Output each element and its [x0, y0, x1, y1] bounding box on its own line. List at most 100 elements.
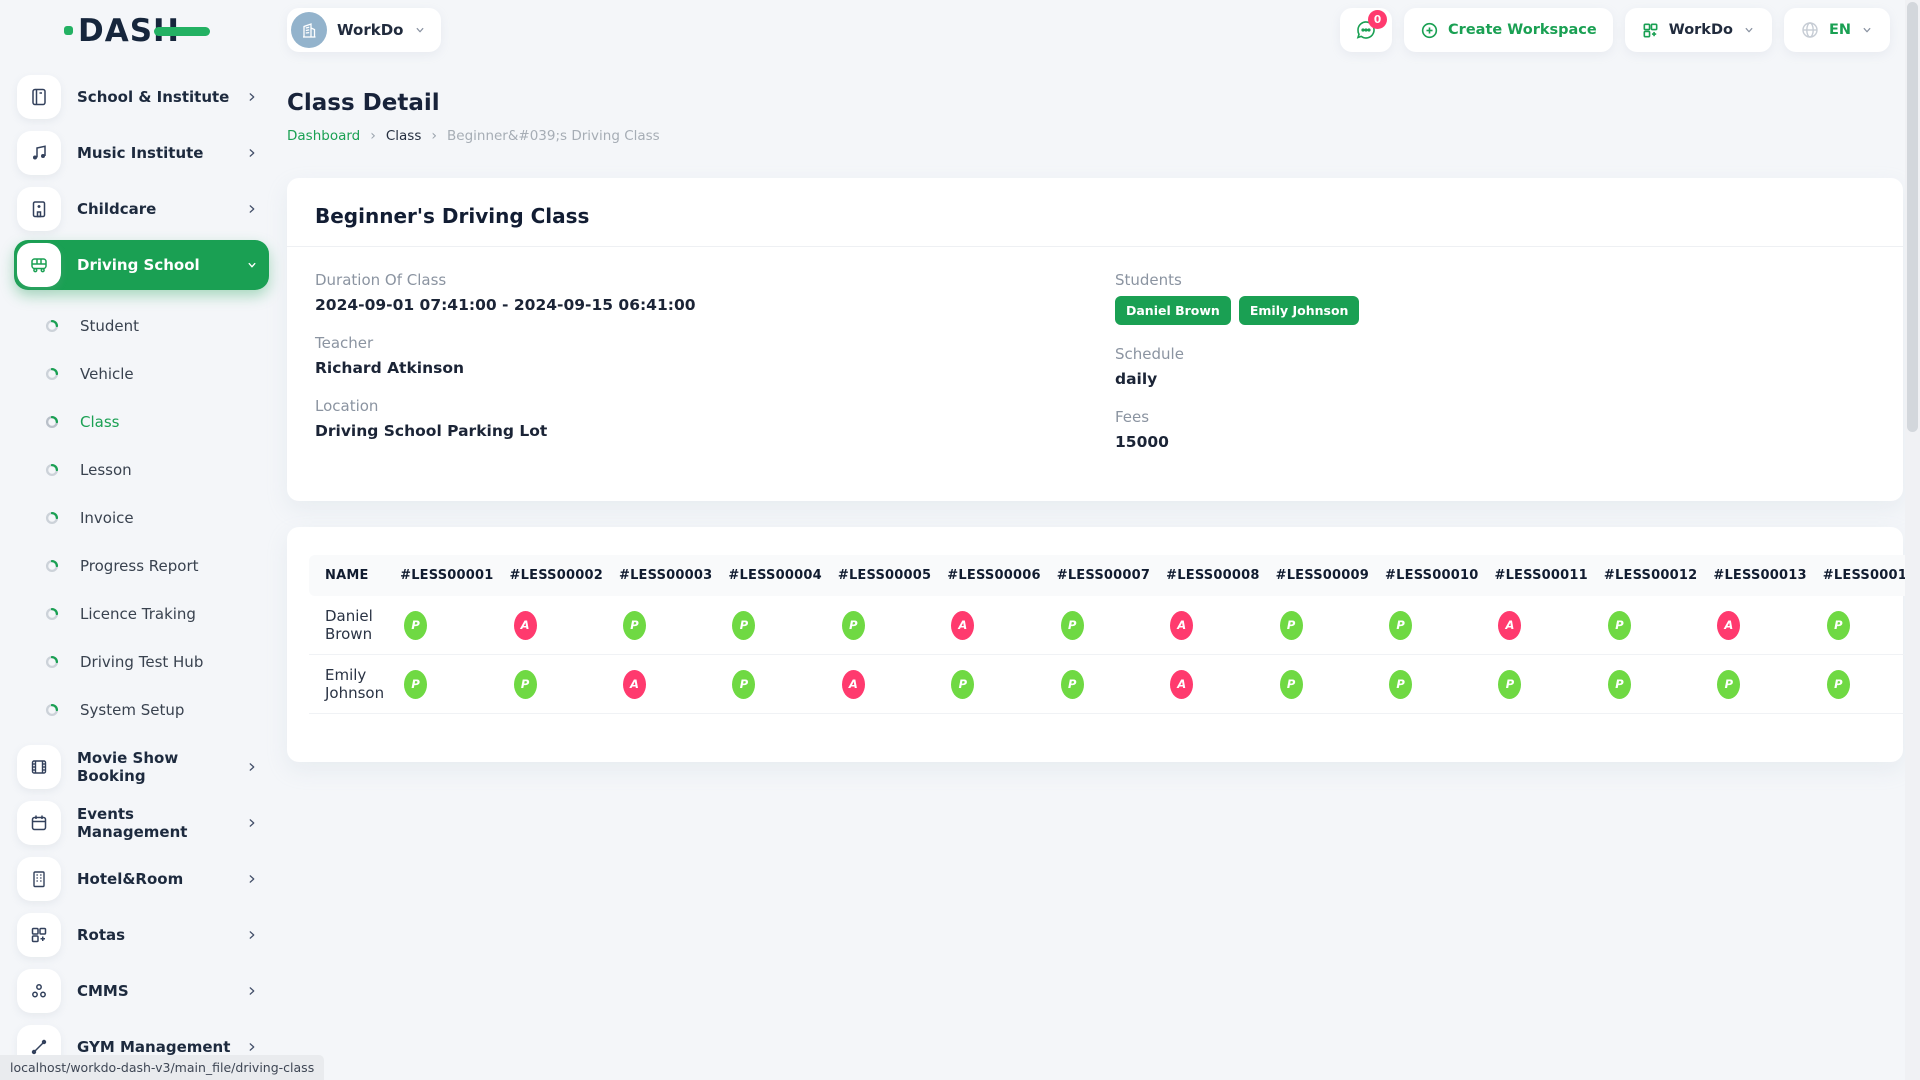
grid-plus-icon — [1641, 21, 1660, 40]
chevron-right-icon — [245, 760, 259, 774]
music-institute-icon — [17, 131, 61, 175]
breadcrumb: Dashboard › Class › Beginner&#039;s Driv… — [287, 128, 1903, 144]
breadcrumb-separator: › — [431, 128, 437, 144]
circle-progress-icon — [44, 558, 60, 574]
workspace-selector-label: WorkDo — [337, 21, 403, 39]
bus-icon — [29, 255, 49, 275]
column-header-lesson: #LESS00006 — [939, 555, 1048, 596]
attendance-badge: P — [1608, 670, 1631, 699]
breadcrumb-separator: › — [370, 128, 376, 144]
student-badge: Daniel Brown — [1115, 296, 1231, 325]
sidebar-item-driving-test-hub[interactable]: Driving Test Hub — [14, 638, 269, 686]
chevron-down-icon — [245, 258, 259, 272]
attendance-badge: P — [951, 670, 974, 699]
circle-progress-icon — [44, 366, 60, 382]
detail-right-column: Students Daniel Brown Emily Johnson Sche… — [1115, 271, 1875, 471]
attendance-badge: P — [842, 611, 865, 640]
language-label: EN — [1829, 22, 1851, 38]
sidebar-item-progress-report[interactable]: Progress Report — [14, 542, 269, 590]
breadcrumb-dashboard-link[interactable]: Dashboard — [287, 128, 360, 144]
workdo-menu-label: WorkDo — [1669, 22, 1733, 38]
attendance-badge: A — [1170, 670, 1193, 699]
scrollbar-thumb[interactable] — [1907, 2, 1918, 432]
dumbbell-icon — [29, 1037, 49, 1057]
duration-label: Duration Of Class — [315, 271, 1075, 289]
sidebar-item-label: School & Institute — [77, 88, 245, 106]
duration-field: Duration Of Class 2024-09-01 07:41:00 - … — [315, 271, 1075, 314]
attendance-badge: A — [1717, 611, 1740, 640]
network-circles-icon — [29, 981, 49, 1001]
workspace-avatar — [291, 12, 327, 48]
attendance-card: NAME #LESS00001 #LESS00002 #LESS00003 #L… — [287, 527, 1903, 762]
sidebar-item-driving-school[interactable]: Driving School — [14, 240, 269, 290]
sidebar-item-class[interactable]: Class — [14, 398, 269, 446]
sidebar-item-label: Movie Show Booking — [77, 749, 245, 785]
sidebar-item-vehicle[interactable]: Vehicle — [14, 350, 269, 398]
detail-left-column: Duration Of Class 2024-09-01 07:41:00 - … — [315, 271, 1075, 471]
circle-progress-icon — [44, 462, 60, 478]
column-header-lesson: #LESS00010 — [1377, 555, 1486, 596]
language-selector[interactable]: EN — [1784, 8, 1890, 52]
circle-progress-icon — [44, 654, 60, 670]
attendance-badge: P — [623, 611, 646, 640]
circle-progress-icon — [44, 414, 60, 430]
scrollbar-track[interactable] — [1905, 0, 1920, 1080]
attendance-header-row: NAME #LESS00001 #LESS00002 #LESS00003 #L… — [309, 555, 1920, 596]
sidebar-item-student[interactable]: Student — [14, 302, 269, 350]
sidebar-item-music-institute[interactable]: Music Institute — [14, 128, 269, 178]
sidebar-subitem-label: Lesson — [80, 461, 132, 479]
sidebar-item-school-institute[interactable]: School & Institute — [14, 72, 269, 122]
school-institute-icon — [17, 75, 61, 119]
sidebar-subitem-label: Driving Test Hub — [80, 653, 203, 671]
create-workspace-button[interactable]: Create Workspace — [1404, 8, 1613, 52]
attendance-badge: A — [1498, 611, 1521, 640]
sidebar-item-hotel-room[interactable]: Hotel&Room — [14, 854, 269, 904]
attendance-badge: A — [951, 611, 974, 640]
page-title: Class Detail — [287, 90, 1903, 116]
sidebar-item-licence-traking[interactable]: Licence Traking — [14, 590, 269, 638]
attendance-badge: P — [1061, 670, 1084, 699]
column-header-lesson: #LESS00001 — [392, 555, 501, 596]
plus-circle-icon — [1420, 21, 1439, 40]
class-detail-grid: Duration Of Class 2024-09-01 07:41:00 - … — [315, 271, 1875, 471]
sidebar-item-label: Rotas — [77, 926, 245, 944]
sidebar-item-lesson[interactable]: Lesson — [14, 446, 269, 494]
chevron-right-icon — [245, 816, 259, 830]
workspace-selector[interactable]: WorkDo — [287, 8, 441, 52]
attendance-badge: P — [404, 670, 427, 699]
messages-button[interactable]: 0 — [1340, 8, 1392, 52]
main-content: Class Detail Dashboard › Class › Beginne… — [287, 58, 1903, 762]
sidebar-item-movie-show-booking[interactable]: Movie Show Booking — [14, 742, 269, 792]
breadcrumb-class-link[interactable]: Class — [386, 128, 422, 144]
column-header-lesson: #LESS00011 — [1486, 555, 1595, 596]
sidebar-subitem-label: Licence Traking — [80, 605, 196, 623]
brand-logo[interactable]: DASH — [64, 12, 180, 50]
sidebar-item-system-setup[interactable]: System Setup — [14, 686, 269, 734]
sidebar-item-label: CMMS — [77, 982, 245, 1000]
sidebar-item-cmms[interactable]: CMMS — [14, 966, 269, 1016]
chevron-right-icon — [245, 928, 259, 942]
attendance-badge: P — [1827, 670, 1850, 699]
column-header-lesson: #LESS00013 — [1705, 555, 1814, 596]
chevron-right-icon — [245, 984, 259, 998]
column-header-lesson: #LESS00004 — [720, 555, 829, 596]
attendance-badge: P — [404, 611, 427, 640]
globe-icon — [1800, 20, 1820, 40]
sidebar-item-childcare[interactable]: Childcare — [14, 184, 269, 234]
chevron-right-icon — [245, 872, 259, 886]
workdo-menu-button[interactable]: WorkDo — [1625, 8, 1772, 52]
teacher-field: Teacher Richard Atkinson — [315, 334, 1075, 377]
sidebar-item-label: Driving School — [77, 256, 245, 274]
chevron-right-icon — [245, 146, 259, 160]
attendance-badge: P — [1061, 611, 1084, 640]
sidebar-subitem-label: Vehicle — [80, 365, 134, 383]
students-field: Students Daniel Brown Emily Johnson — [1115, 271, 1875, 325]
attendance-badge: P — [1717, 670, 1740, 699]
sidebar-item-events-management[interactable]: Events Management — [14, 798, 269, 848]
sidebar-item-rotas[interactable]: Rotas — [14, 910, 269, 960]
attendance-badge: P — [1827, 611, 1850, 640]
attendance-badge: A — [623, 670, 646, 699]
logo-dot-accent — [64, 26, 73, 35]
driving-school-icon — [17, 243, 61, 287]
sidebar-item-invoice[interactable]: Invoice — [14, 494, 269, 542]
